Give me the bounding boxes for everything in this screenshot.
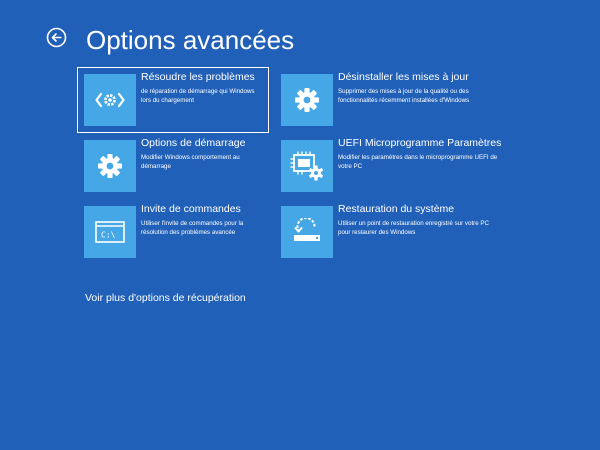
option-title: Restauration du système <box>338 203 455 215</box>
more-recovery-options-link[interactable]: Voir plus d'options de récupération <box>85 292 246 305</box>
option-system-restore[interactable]: Restauration du système Utiliser un poin… <box>275 200 505 264</box>
back-button[interactable] <box>46 27 67 48</box>
option-command-prompt[interactable]: C:\ Invite de commandes Utiliser l'invit… <box>78 200 268 264</box>
gear-icon <box>295 88 319 112</box>
option-title: Résoudre les problèmes <box>141 71 255 83</box>
option-title: Désinstaller les mises à jour <box>338 71 469 83</box>
gear-icon <box>98 154 122 178</box>
option-uefi-firmware[interactable]: UEFI Microprogramme Paramètres Modifier … <box>275 134 505 198</box>
svg-text:C:\: C:\ <box>101 231 116 240</box>
uefi-firmware-tile <box>281 140 333 192</box>
option-startup-settings[interactable]: Options de démarrage Modifier Windows co… <box>78 134 268 198</box>
system-restore-icon <box>294 218 320 241</box>
system-restore-tile <box>281 206 333 258</box>
option-title: Invite de commandes <box>141 203 241 215</box>
option-description: de réparation de démarrage qui Windows l… <box>141 88 255 104</box>
uninstall-updates-tile <box>281 74 333 126</box>
page-title: Options avancées <box>86 25 295 55</box>
option-description: Supprimer des mises à jour de la qualité… <box>338 88 470 104</box>
command-prompt-icon: C:\ <box>95 221 125 243</box>
option-uninstall-updates[interactable]: Désinstaller les mises à jour Supprimer … <box>275 68 505 132</box>
command-prompt-tile: C:\ <box>84 206 136 258</box>
option-description: Utiliser l'invite de commandes pour la r… <box>141 220 244 236</box>
option-troubleshoot[interactable]: Résoudre les problèmes de réparation de … <box>77 67 269 133</box>
troubleshoot-tile <box>84 74 136 126</box>
option-description: Modifier Windows comportement au démarra… <box>141 154 240 170</box>
option-description: Modifier les paramètres dans le micropro… <box>338 154 498 170</box>
startup-settings-tile <box>84 140 136 192</box>
option-title: UEFI Microprogramme Paramètres <box>338 137 502 149</box>
chip-gear-icon <box>290 151 324 181</box>
back-arrow-circle-icon <box>46 27 67 48</box>
option-description: Utiliser un point de restauration enregi… <box>338 220 489 236</box>
wrench-code-icon <box>95 92 125 108</box>
option-title: Options de démarrage <box>141 137 246 149</box>
